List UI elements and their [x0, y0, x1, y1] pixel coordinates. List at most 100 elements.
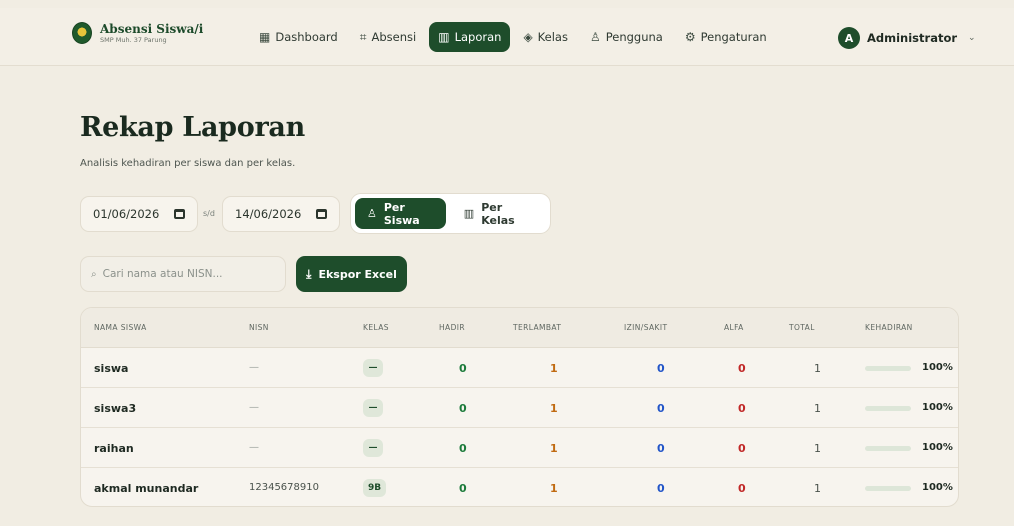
nav-kelas[interactable]: ◈ Kelas [514, 22, 577, 52]
avatar: A [838, 27, 860, 49]
brand[interactable]: Absensi Siswa/i SMP Muh. 37 Parung [72, 22, 203, 44]
kelas-badge: 9B [363, 479, 387, 497]
cell-total: 1 [814, 482, 821, 495]
cell-nisn: — [249, 442, 259, 453]
scan-icon: ⌗ [359, 29, 367, 44]
col-kehadiran[interactable]: KEHADIRAN [865, 323, 913, 332]
main-nav: ▦ Dashboard ⌗ Absensi ▥ Laporan ◈ Kelas … [250, 22, 776, 52]
attendance-progress-bar [865, 366, 911, 371]
user-name: Administrator [867, 31, 958, 45]
download-icon: ⤓ [306, 266, 312, 281]
users-icon: ♙ [367, 207, 377, 220]
col-izin-sakit[interactable]: IZIN/SAKIT [624, 323, 667, 332]
table-row[interactable]: siswa — — 0 1 0 0 1 100% [81, 348, 958, 388]
cell-nama: raihan [94, 442, 134, 455]
view-mode-toggle: ♙ Per Siswa ▥ Per Kelas [350, 193, 551, 234]
cell-nisn: — [249, 362, 259, 373]
date-to-input[interactable]: 14/06/2026 [222, 196, 340, 232]
nav-laporan[interactable]: ▥ Laporan [429, 22, 511, 52]
cell-kehadiran: 100% [922, 362, 953, 373]
export-label: Ekspor Excel [318, 267, 397, 281]
cell-izin-sakit: 0 [657, 402, 665, 415]
gear-icon: ⚙ [684, 30, 696, 44]
col-alfa[interactable]: ALFA [724, 323, 744, 332]
cell-izin-sakit: 0 [657, 362, 665, 375]
cell-total: 1 [814, 442, 821, 455]
cell-hadir: 0 [459, 482, 467, 495]
col-hadir[interactable]: HADIR [439, 323, 465, 332]
cell-nama: akmal munandar [94, 482, 199, 495]
table-row[interactable]: raihan — — 0 1 0 0 1 100% [81, 428, 958, 468]
date-to-value: 14/06/2026 [235, 207, 302, 221]
nav-dashboard[interactable]: ▦ Dashboard [250, 22, 347, 52]
cell-alfa: 0 [738, 402, 746, 415]
bar-chart-icon: ▥ [463, 207, 475, 220]
nav-label: Dashboard [275, 30, 338, 44]
calendar-icon[interactable] [174, 209, 185, 219]
cell-hadir: 0 [459, 442, 467, 455]
nav-label: Pengaturan [700, 30, 767, 44]
calendar-icon[interactable] [316, 209, 327, 219]
col-nama-siswa[interactable]: NAMA SISWA [94, 323, 147, 332]
page-title: Rekap Laporan [80, 112, 305, 143]
bar-chart-icon: ▥ [438, 30, 450, 44]
cell-terlambat: 1 [550, 402, 558, 415]
cell-alfa: 0 [738, 362, 746, 375]
brand-title: Absensi Siswa/i [100, 21, 204, 36]
search-icon: ⌕ [91, 268, 97, 280]
attendance-progress-bar [865, 486, 911, 491]
report-table: NAMA SISWA NISN KELAS HADIR TERLAMBAT IZ… [80, 307, 959, 507]
cell-izin-sakit: 0 [657, 442, 665, 455]
nav-label: Kelas [537, 30, 568, 44]
cell-total: 1 [814, 402, 821, 415]
page-subtitle: Analisis kehadiran per siswa dan per kel… [80, 158, 296, 169]
chevron-down-icon: ⌄ [968, 33, 976, 43]
brand-subtitle: SMP Muh. 37 Parung [100, 35, 167, 44]
cell-terlambat: 1 [550, 442, 558, 455]
cell-alfa: 0 [738, 482, 746, 495]
col-kelas[interactable]: KELAS [363, 323, 389, 332]
cell-nama: siswa3 [94, 402, 137, 415]
cell-nama: siswa [94, 362, 129, 375]
cell-terlambat: 1 [550, 362, 558, 375]
date-from-value: 01/06/2026 [93, 207, 160, 221]
search-box: ⌕ [80, 256, 286, 292]
col-terlambat[interactable]: TERLAMBAT [513, 323, 561, 332]
users-icon: ♙ [589, 30, 601, 44]
date-from-input[interactable]: 01/06/2026 [80, 196, 198, 232]
table-row[interactable]: akmal munandar 12345678910 9B 0 1 0 0 1 … [81, 468, 958, 506]
cell-kehadiran: 100% [922, 402, 953, 413]
col-total[interactable]: TOTAL [789, 323, 815, 332]
export-excel-button[interactable]: ⤓ Ekspor Excel [296, 256, 407, 292]
user-menu[interactable]: A Administrator ⌄ [838, 27, 976, 49]
kelas-badge: — [363, 399, 383, 417]
cell-nisn: — [249, 402, 259, 413]
table-row[interactable]: siswa3 — — 0 1 0 0 1 100% [81, 388, 958, 428]
kelas-badge: — [363, 439, 383, 457]
cell-hadir: 0 [459, 362, 467, 375]
attendance-progress-bar [865, 446, 911, 451]
school-logo-icon [72, 22, 92, 44]
cell-izin-sakit: 0 [657, 482, 665, 495]
cell-nisn: 12345678910 [249, 482, 319, 493]
nav-pengaturan[interactable]: ⚙ Pengaturan [676, 22, 776, 52]
nav-label: Laporan [454, 30, 502, 44]
nav-pengguna[interactable]: ♙ Pengguna [581, 22, 672, 52]
per-siswa-button[interactable]: ♙ Per Siswa [355, 198, 446, 229]
top-navbar: Absensi Siswa/i SMP Muh. 37 Parung ▦ Das… [0, 8, 1014, 66]
nav-label: Pengguna [605, 30, 663, 44]
cell-hadir: 0 [459, 402, 467, 415]
cell-terlambat: 1 [550, 482, 558, 495]
nav-absensi[interactable]: ⌗ Absensi [351, 22, 425, 52]
search-input[interactable] [102, 268, 273, 280]
table-header: NAMA SISWA NISN KELAS HADIR TERLAMBAT IZ… [81, 308, 958, 348]
col-nisn[interactable]: NISN [249, 323, 269, 332]
per-kelas-button[interactable]: ▥ Per Kelas [452, 198, 546, 229]
per-siswa-label: Per Siswa [383, 200, 420, 227]
cell-kehadiran: 100% [922, 482, 953, 493]
kelas-badge: — [363, 359, 383, 377]
cell-alfa: 0 [738, 442, 746, 455]
attendance-progress-bar [865, 406, 911, 411]
cell-total: 1 [814, 362, 821, 375]
cell-kehadiran: 100% [922, 442, 953, 453]
